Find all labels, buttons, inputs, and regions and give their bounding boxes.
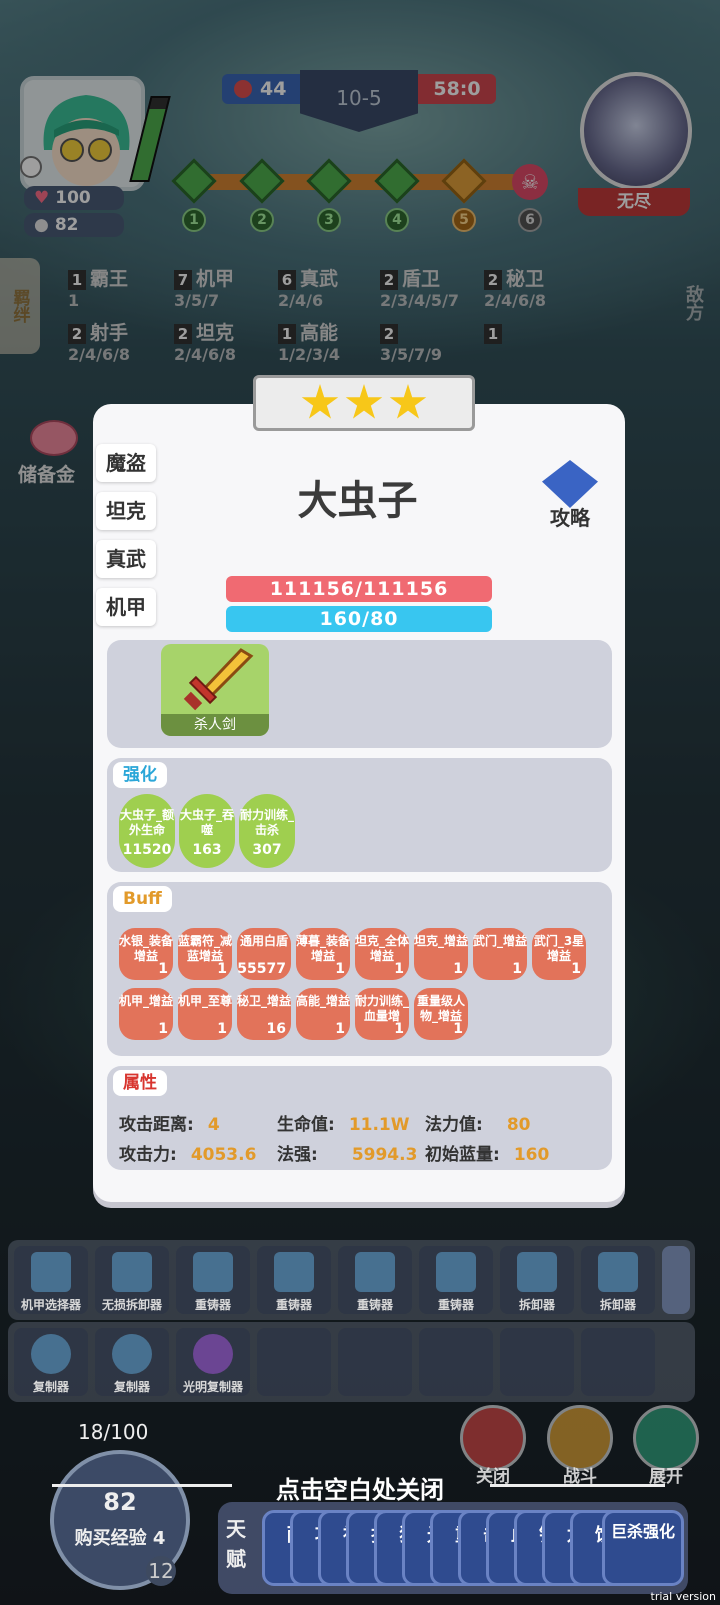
close-hint[interactable]: 点击空白处关闭 bbox=[0, 1470, 720, 1505]
star-rating bbox=[253, 375, 475, 431]
buff-chip[interactable]: 蓝霸符_减蓝增益 1 bbox=[178, 928, 232, 980]
inventory-slot[interactable]: 复制器 bbox=[95, 1328, 169, 1396]
buff-chip[interactable]: 机甲_至尊 1 bbox=[178, 988, 232, 1040]
attribute-section: 属性 攻击距离: 4 生命值: 11.1W 法力值: 80 攻击力: 4053.6 法强… bbox=[107, 1066, 612, 1170]
buff-label: Buff bbox=[113, 886, 172, 912]
equipment-item[interactable]: 杀人剑 bbox=[161, 644, 269, 736]
star-icon bbox=[301, 384, 339, 419]
unit-hp-bar: 111156/111156 bbox=[226, 576, 492, 602]
guide-button[interactable]: 攻略 bbox=[538, 460, 602, 530]
attr-range: 攻击距离: 4 bbox=[119, 1115, 220, 1135]
inventory-slot[interactable]: 拆卸器 bbox=[581, 1246, 655, 1314]
inventory-slot[interactable]: 光明复制器 bbox=[176, 1328, 250, 1396]
inventory-slot[interactable]: 重铸器 bbox=[419, 1246, 493, 1314]
inventory-slot[interactable]: 重铸器 bbox=[176, 1246, 250, 1314]
unit-tags: 魔盗 坦克 真武 机甲 bbox=[96, 444, 156, 626]
buff-chip[interactable]: 坦克_全体增益 1 bbox=[355, 928, 409, 980]
talent-bar: 天赋 耐 攻 神 护 狂 光 重 击 血 锁 龙 饮 巨杀强化 bbox=[218, 1502, 688, 1594]
buff-chip[interactable]: 重量级人物_增益 1 bbox=[414, 988, 468, 1040]
talent-label: 天赋 bbox=[226, 1517, 246, 1571]
attr-mana: 法力值: 80 bbox=[425, 1115, 531, 1135]
enhance-chip[interactable]: 耐力训练_击杀 307 bbox=[239, 794, 295, 868]
inventory-slot[interactable] bbox=[257, 1328, 331, 1396]
buff-chip[interactable]: 通用白盾 55577 bbox=[237, 928, 291, 980]
buff-chip[interactable]: 高能_增益 1 bbox=[296, 988, 350, 1040]
inventory-row-2: 复制器 复制器 光明复制器 bbox=[8, 1322, 695, 1402]
inventory-row-1: 机甲选择器 无损拆卸器 重铸器 重铸器 重铸器 重铸器 拆卸器 拆卸器 bbox=[8, 1240, 695, 1320]
graduation-cap-icon bbox=[542, 460, 598, 508]
enhance-chip[interactable]: 大虫子_额外生命 11520 bbox=[119, 794, 175, 868]
attr-ability-power: 法强: 5994.3 bbox=[277, 1145, 418, 1165]
buff-chip[interactable]: 耐力训练_血量增 1 bbox=[355, 988, 409, 1040]
unit-tag: 机甲 bbox=[96, 588, 156, 626]
attr-attack: 攻击力: 4053.6 bbox=[119, 1145, 257, 1165]
enhance-label: 强化 bbox=[113, 762, 167, 788]
watermark: trial version bbox=[650, 1590, 716, 1603]
equipment-name: 杀人剑 bbox=[161, 714, 269, 736]
attr-hp: 生命值: 11.1W bbox=[277, 1115, 410, 1135]
buff-chip[interactable]: 坦克_增益 1 bbox=[414, 928, 468, 980]
attribute-label: 属性 bbox=[113, 1070, 167, 1096]
inventory-slot[interactable]: 无损拆卸器 bbox=[95, 1246, 169, 1314]
inventory-slot[interactable] bbox=[581, 1328, 655, 1396]
attr-initial-mana: 初始蓝量: 160 bbox=[425, 1145, 550, 1165]
inventory-scrollbar[interactable] bbox=[662, 1246, 690, 1314]
star-icon bbox=[389, 384, 427, 419]
buff-chip[interactable]: 薄暮_装备增益 1 bbox=[296, 928, 350, 980]
buy-label: 购买经验 4 bbox=[74, 1528, 166, 1549]
inventory-slot[interactable]: 重铸器 bbox=[257, 1246, 331, 1314]
enhance-section: 强化 大虫子_额外生命 11520 大虫子_吞噬 163 耐力训练_击杀 307 bbox=[107, 758, 612, 872]
buff-chip[interactable]: 水银_装备增益 1 bbox=[119, 928, 173, 980]
unit-tag: 魔盗 bbox=[96, 444, 156, 482]
player-level: 12 bbox=[146, 1556, 176, 1586]
star-icon bbox=[345, 384, 383, 419]
inventory-slot[interactable]: 复制器 bbox=[14, 1328, 88, 1396]
inventory-slot[interactable] bbox=[500, 1328, 574, 1396]
buff-chip[interactable]: 武门_增益 1 bbox=[473, 928, 527, 980]
buff-chip[interactable]: 武门_3星增益 1 bbox=[532, 928, 586, 980]
talent-card-highlight[interactable]: 巨杀强化 bbox=[602, 1510, 684, 1586]
exp-progress: 18/100 bbox=[78, 1420, 149, 1444]
inventory-slot[interactable] bbox=[419, 1328, 493, 1396]
unit-tag: 坦克 bbox=[96, 492, 156, 530]
inventory-slot[interactable]: 重铸器 bbox=[338, 1246, 412, 1314]
unit-name: 大虫子 bbox=[297, 478, 418, 524]
inventory-slot[interactable]: 拆卸器 bbox=[500, 1246, 574, 1314]
buff-chip[interactable]: 秘卫_增益 16 bbox=[237, 988, 291, 1040]
inventory-slot[interactable] bbox=[338, 1328, 412, 1396]
sword-icon bbox=[183, 648, 254, 711]
buff-section: Buff 水银_装备增益 1 蓝霸符_减蓝增益 1 通用白盾 55577 薄暮_装备增… bbox=[107, 882, 612, 1056]
inventory-slot[interactable]: 机甲选择器 bbox=[14, 1246, 88, 1314]
buff-chip[interactable]: 机甲_增益 1 bbox=[119, 988, 173, 1040]
unit-tag: 真武 bbox=[96, 540, 156, 578]
enhance-chip[interactable]: 大虫子_吞噬 163 bbox=[179, 794, 235, 868]
unit-mp-bar: 160/80 bbox=[226, 606, 492, 632]
equipment-section: 杀人剑 bbox=[107, 640, 612, 748]
